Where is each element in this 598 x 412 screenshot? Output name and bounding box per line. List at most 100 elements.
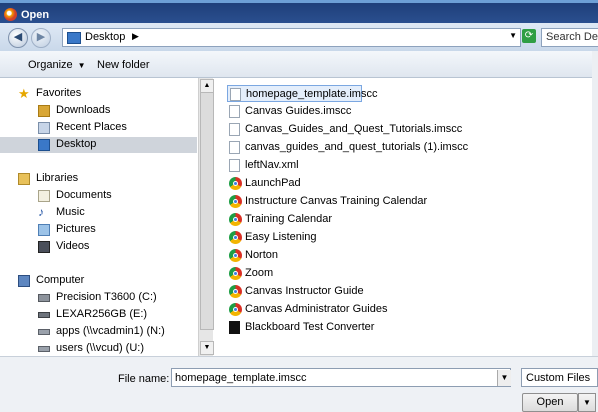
chrome-shortcut-icon (229, 285, 242, 298)
search-placeholder: Search Desk (546, 31, 598, 43)
sidebar-item-label: Desktop (56, 138, 97, 150)
search-input[interactable]: Search Desk (541, 28, 598, 47)
chrome-shortcut-icon (229, 231, 242, 244)
file-type-select[interactable]: Custom Files (521, 368, 598, 387)
scroll-down-icon[interactable]: ▼ (200, 341, 214, 355)
breadcrumb-arrow-icon[interactable]: ▶ (132, 31, 139, 42)
sidebar-item-drive-n[interactable]: apps (\\vcadmin1) (N:) (0, 324, 197, 340)
open-file-dialog: Open ◀ ▶ Desktop ▶ ▼ ⟳ Search Desk Organ… (0, 0, 598, 412)
downloads-folder-icon (38, 105, 50, 117)
chrome-shortcut-icon (229, 249, 242, 262)
document-icon (230, 88, 241, 101)
pictures-icon (38, 224, 50, 236)
sidebar-item-libraries[interactable]: Libraries (0, 171, 197, 187)
file-name-label: File name: (118, 373, 170, 385)
file-type-value[interactable]: Custom Files (526, 372, 590, 384)
file-name: Norton (245, 249, 279, 261)
address-bar[interactable]: Desktop ▶ ▼ (62, 28, 521, 47)
navigation-scrollbar[interactable]: ▲ ▼ (198, 78, 214, 356)
computer-icon (18, 275, 30, 287)
document-icon (229, 141, 240, 154)
open-button[interactable]: Open (522, 393, 578, 412)
desktop-folder-icon (67, 32, 81, 44)
file-list: homepage_template.imscc Canvas Guides.im… (214, 78, 598, 356)
documents-icon (38, 190, 50, 202)
sidebar-item-music[interactable]: ♪ Music (0, 205, 197, 221)
sidebar-item-label: LEXAR256GB (E:) (56, 308, 148, 320)
sidebar-item-drive-e[interactable]: LEXAR256GB (E:) (0, 307, 197, 323)
sidebar-item-label: Downloads (56, 104, 111, 116)
document-icon (229, 159, 240, 172)
file-name: Canvas_Guides_and_Quest_Tutorials.imscc (245, 123, 463, 135)
open-dropdown-icon[interactable]: ▼ (578, 393, 596, 412)
sidebar-item-label: Pictures (56, 223, 96, 235)
refresh-icon[interactable]: ⟳ (522, 29, 536, 43)
forward-button[interactable]: ▶ (31, 28, 51, 48)
sidebar-item-label: Videos (56, 240, 90, 252)
sidebar-item-drive-c[interactable]: Precision T3600 (C:) (0, 290, 197, 306)
title-bar[interactable]: Open (0, 3, 598, 23)
file-name-field[interactable]: homepage_template.imscc (171, 368, 511, 387)
network-drive-icon (38, 346, 50, 352)
recent-places-icon (38, 122, 50, 134)
sidebar-item-label: Libraries (36, 172, 79, 184)
chrome-shortcut-icon (229, 303, 242, 316)
new-folder-button[interactable]: New folder (97, 59, 150, 71)
sidebar-item-label: Documents (56, 189, 112, 201)
file-name-dropdown-icon[interactable]: ▼ (497, 370, 511, 386)
sidebar-item-favorites[interactable]: ★ Favorites (0, 86, 197, 102)
file-name: Canvas Administrator Guides (245, 303, 388, 315)
sidebar-item-label: Computer (36, 274, 85, 286)
sidebar-item-recent-places[interactable]: Recent Places (0, 120, 197, 136)
sidebar-item-desktop[interactable]: Desktop (0, 137, 197, 153)
chrome-shortcut-icon (229, 213, 242, 226)
file-name: Easy Listening (245, 231, 317, 243)
document-icon (229, 123, 240, 136)
sidebar-item-computer[interactable]: Computer (0, 273, 197, 289)
address-location[interactable]: Desktop (85, 31, 125, 43)
file-name: homepage_template.imscc (246, 88, 378, 100)
scrollbar-thumb[interactable] (200, 92, 214, 330)
sidebar-item-label: apps (\\vcadmin1) (N:) (56, 325, 165, 337)
organize-label: Organize (28, 59, 73, 71)
file-name: Instructure Canvas Training Calendar (245, 195, 428, 207)
chevron-down-icon: ▼ (77, 61, 86, 70)
organize-button[interactable]: Organize ▼ (28, 59, 86, 71)
sidebar-item-label: users (\\vcud) (U:) (56, 342, 145, 354)
file-name: LaunchPad (245, 177, 301, 189)
usb-drive-icon (38, 312, 50, 318)
file-name: leftNav.xml (245, 159, 299, 171)
navigation-pane: ★ Favorites Downloads Recent Places Desk… (0, 78, 198, 356)
sidebar-item-videos[interactable]: Videos (0, 239, 197, 255)
hard-drive-icon (38, 294, 50, 302)
scroll-up-icon[interactable]: ▲ (200, 79, 214, 93)
file-name: Canvas Guides.imscc (245, 105, 352, 117)
sidebar-item-downloads[interactable]: Downloads (0, 103, 197, 119)
sidebar-item-drive-u[interactable]: users (\\vcud) (U:) (0, 341, 197, 356)
document-icon (229, 105, 240, 118)
desktop-icon (38, 139, 50, 151)
sidebar-item-label: Recent Places (56, 121, 127, 133)
sidebar-item-label: Music (56, 206, 85, 218)
sidebar-item-label: Precision T3600 (C:) (56, 291, 157, 303)
chrome-shortcut-icon (229, 177, 242, 190)
blackboard-app-icon (229, 321, 240, 334)
file-name-value[interactable]: homepage_template.imscc (175, 372, 306, 384)
music-icon: ♪ (38, 205, 44, 219)
window-title: Open (21, 9, 50, 21)
chrome-shortcut-icon (229, 267, 242, 280)
file-item[interactable]: homepage_template.imscc (227, 85, 377, 102)
file-name: canvas_guides_and_quest_tutorials (1).im… (245, 141, 469, 153)
star-icon: ★ (18, 86, 30, 101)
sidebar-item-label: Favorites (36, 87, 82, 99)
sidebar-item-documents[interactable]: Documents (0, 188, 197, 204)
file-name: Training Calendar (245, 213, 333, 225)
right-edge-scrollbar[interactable] (592, 51, 598, 356)
address-dropdown-icon[interactable]: ▼ (509, 31, 517, 40)
back-button[interactable]: ◀ (8, 28, 28, 48)
videos-icon (38, 241, 50, 253)
file-name: Canvas Instructor Guide (245, 285, 364, 297)
command-bar: Organize ▼ New folder (0, 51, 598, 78)
chrome-shortcut-icon (229, 195, 242, 208)
sidebar-item-pictures[interactable]: Pictures (0, 222, 197, 238)
